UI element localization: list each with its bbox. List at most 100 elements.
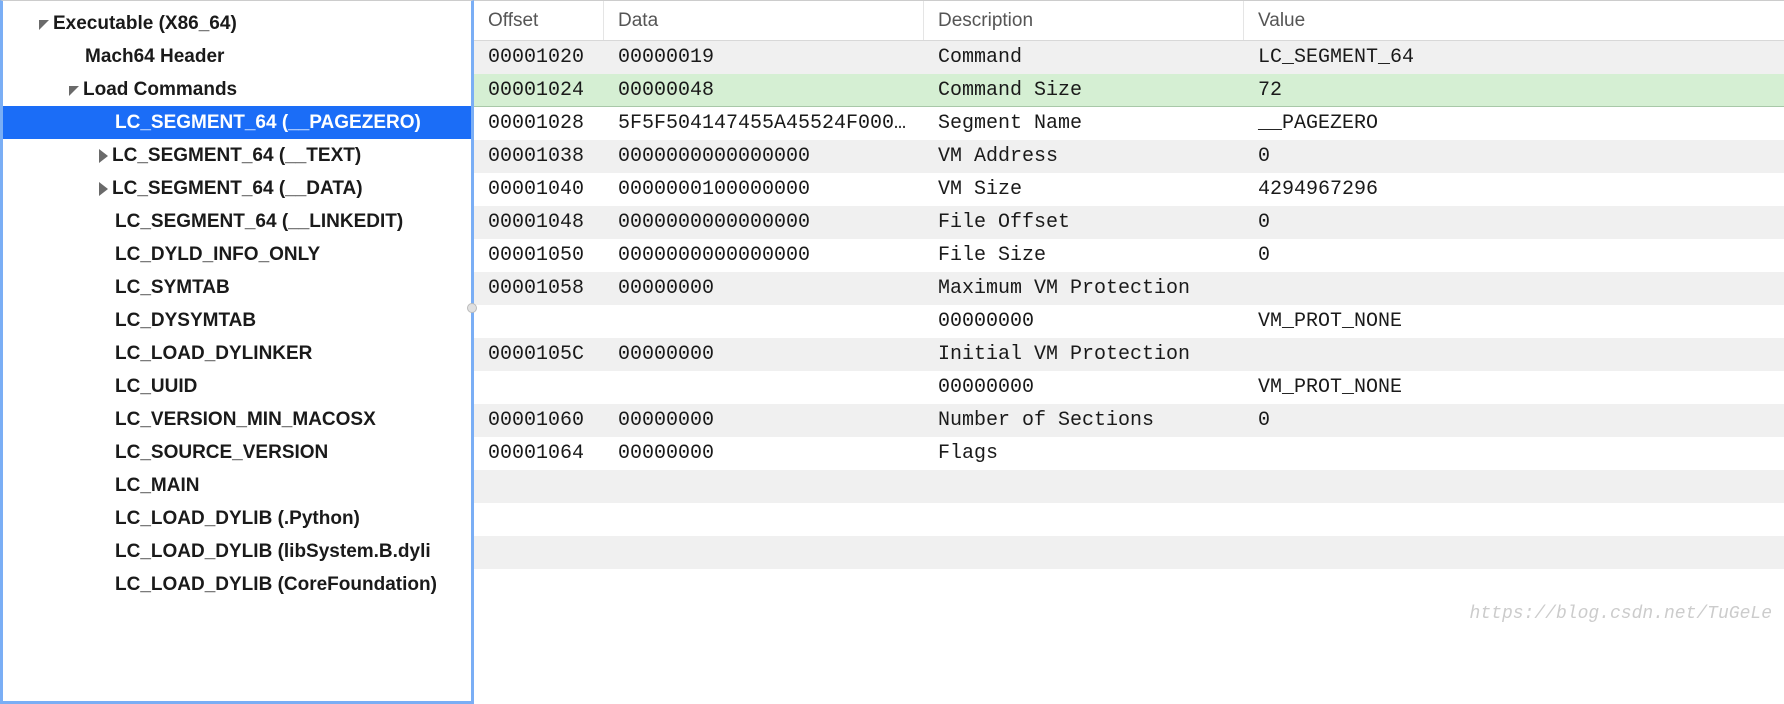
cell-description: 00000000 [924,374,1244,401]
cell-data [604,518,924,522]
cell-data [604,551,924,555]
cell-value: 72 [1244,77,1784,104]
table-row[interactable]: 000010400000000100000000VM Size429496729… [474,173,1784,206]
disclosure-open-icon[interactable] [69,86,79,96]
column-header-offset[interactable]: Offset [474,1,604,40]
table-row[interactable] [474,503,1784,536]
tree-item-label: LC_LOAD_DYLIB (CoreFoundation) [115,574,437,596]
cell-description [924,551,1244,555]
detail-panel: Offset Data Description Value 0000102000… [474,0,1784,704]
tree-item-label: LC_SOURCE_VERSION [115,442,328,464]
tree-item[interactable]: LC_SEGMENT_64 (__TEXT) [3,139,471,172]
tree-item-label: LC_LOAD_DYLINKER [115,343,312,365]
table-row[interactable]: 000010285F5F504147455A45524F000…Segment … [474,107,1784,140]
cell-data: 00000000 [604,275,924,302]
cell-data [604,386,924,390]
tree-item-label: LC_DYSYMTAB [115,310,256,332]
cell-description: Maximum VM Protection [924,275,1244,302]
cell-offset: 00001020 [474,44,604,71]
table-row[interactable]: 00000000VM_PROT_NONE [474,371,1784,404]
table-row[interactable] [474,536,1784,569]
cell-data: 0000000100000000 [604,176,924,203]
cell-description: Number of Sections [924,407,1244,434]
cell-value [1244,518,1784,522]
table-row[interactable] [474,470,1784,503]
tree-item-label: LC_SEGMENT_64 (__LINKEDIT) [115,211,403,233]
table-row[interactable] [474,569,1784,602]
table-row[interactable]: 000010500000000000000000File Size0 [474,239,1784,272]
splitter-handle[interactable] [467,303,477,313]
tree-item[interactable]: Load Commands [3,73,471,106]
disclosure-spacer [99,216,111,228]
tree-item[interactable]: LC_VERSION_MIN_MACOSX [3,403,471,436]
cell-value: VM_PROT_NONE [1244,308,1784,335]
table-row[interactable]: 0000106000000000Number of Sections0 [474,404,1784,437]
table-row[interactable]: 0000105C00000000Initial VM Protection [474,338,1784,371]
cell-value [1244,452,1784,456]
cell-value [1244,353,1784,357]
cell-offset: 00001064 [474,440,604,467]
cell-data: 00000000 [604,341,924,368]
tree-item[interactable]: LC_SYMTAB [3,271,471,304]
cell-offset: 0000105C [474,341,604,368]
cell-offset: 00001060 [474,407,604,434]
cell-data [604,584,924,588]
table-row[interactable]: 00000000VM_PROT_NONE [474,305,1784,338]
tree-item[interactable]: LC_DYLD_INFO_ONLY [3,238,471,271]
tree-item[interactable]: LC_UUID [3,370,471,403]
cell-offset: 00001040 [474,176,604,203]
cell-data: 5F5F504147455A45524F000… [604,110,924,137]
tree-item-label: Executable (X86_64) [53,13,237,35]
cell-offset: 00001028 [474,110,604,137]
cell-offset [474,584,604,588]
disclosure-spacer [69,51,81,63]
cell-description: Initial VM Protection [924,341,1244,368]
tree-item[interactable]: LC_SEGMENT_64 (__PAGEZERO) [3,106,471,139]
tree-item[interactable]: LC_LOAD_DYLIB (CoreFoundation) [3,568,471,601]
tree-item[interactable]: LC_LOAD_DYLIB (.Python) [3,502,471,535]
disclosure-closed-icon[interactable] [99,149,108,163]
cell-offset: 00001048 [474,209,604,236]
table-row[interactable]: 000010380000000000000000VM Address0 [474,140,1784,173]
tree-item[interactable]: Mach64 Header [3,40,471,73]
cell-description: 00000000 [924,308,1244,335]
cell-data: 00000019 [604,44,924,71]
tree-item[interactable]: LC_LOAD_DYLINKER [3,337,471,370]
tree-item[interactable]: LC_SOURCE_VERSION [3,436,471,469]
table-row[interactable]: 0000102400000048Command Size72 [474,74,1784,107]
table-row[interactable]: 0000105800000000Maximum VM Protection [474,272,1784,305]
column-header-value[interactable]: Value [1244,1,1784,40]
cell-value: LC_SEGMENT_64 [1244,44,1784,71]
tree-item[interactable]: LC_LOAD_DYLIB (libSystem.B.dyli [3,535,471,568]
tree-item[interactable]: LC_MAIN [3,469,471,502]
cell-value: __PAGEZERO [1244,110,1784,137]
tree-item[interactable]: LC_SEGMENT_64 (__LINKEDIT) [3,205,471,238]
disclosure-spacer [99,282,111,294]
tree-item-label: LC_SEGMENT_64 (__DATA) [112,178,363,200]
table-row[interactable]: 0000106400000000Flags [474,437,1784,470]
disclosure-spacer [99,579,111,591]
table-row[interactable]: 0000102000000019CommandLC_SEGMENT_64 [474,41,1784,74]
tree-item[interactable]: Executable (X86_64) [3,7,471,40]
cell-data: 00000000 [604,440,924,467]
disclosure-spacer [99,249,111,261]
cell-value [1244,485,1784,489]
cell-data: 0000000000000000 [604,143,924,170]
tree-item[interactable]: LC_SEGMENT_64 (__DATA) [3,172,471,205]
table-row[interactable]: 000010480000000000000000File Offset0 [474,206,1784,239]
disclosure-spacer [99,315,111,327]
tree-item[interactable]: LC_DYSYMTAB [3,304,471,337]
disclosure-open-icon[interactable] [39,20,49,30]
column-header-data[interactable]: Data [604,1,924,40]
column-header-description[interactable]: Description [924,1,1244,40]
cell-data: 00000000 [604,407,924,434]
cell-description: VM Address [924,143,1244,170]
cell-data [604,320,924,324]
cell-offset: 00001050 [474,242,604,269]
disclosure-closed-icon[interactable] [99,182,108,196]
cell-description: Flags [924,440,1244,467]
disclosure-spacer [99,546,111,558]
disclosure-spacer [99,513,111,525]
tree-item-label: LC_DYLD_INFO_ONLY [115,244,320,266]
tree-item-label: LC_LOAD_DYLIB (.Python) [115,508,360,530]
